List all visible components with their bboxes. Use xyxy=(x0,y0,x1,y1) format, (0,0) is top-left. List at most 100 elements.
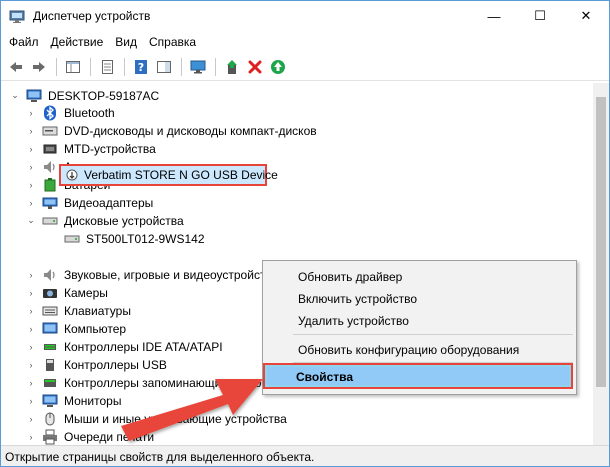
forward-button[interactable] xyxy=(28,56,50,78)
uninstall-device-button[interactable] xyxy=(244,56,266,78)
tree-item-label: Контроллеры IDE ATA/ATAPI xyxy=(64,339,223,354)
title-bar: Диспетчер устройств — ☐ ✕ xyxy=(1,1,609,31)
tree-item-label: Камеры xyxy=(64,285,108,300)
toolbar-separator xyxy=(215,57,216,76)
monitor-icon xyxy=(42,393,58,409)
properties-icon xyxy=(102,59,113,74)
menu-item-uninstall-device[interactable]: Удалить устройство xyxy=(264,310,575,332)
menu-action[interactable]: Действие xyxy=(45,32,110,52)
toolbar: ? xyxy=(1,53,609,81)
show-hide-console-tree-button[interactable] xyxy=(62,56,84,78)
back-arrow-icon xyxy=(10,61,22,72)
tree-item-label: ST500LT012-9WS142 xyxy=(86,231,205,246)
tree-item-label: Мыши и иные указывающие устройства xyxy=(64,411,287,426)
window-title: Диспетчер устройств xyxy=(33,9,151,23)
properties-button[interactable] xyxy=(96,56,118,78)
collapsed-chevron-icon[interactable]: › xyxy=(26,306,36,316)
tree-item-label: Bluetooth xyxy=(64,105,115,120)
collapsed-chevron-icon[interactable]: › xyxy=(26,180,36,190)
usb-icon xyxy=(42,357,58,373)
collapsed-chevron-icon[interactable]: › xyxy=(26,324,36,334)
window-controls: — ☐ ✕ xyxy=(471,1,609,31)
action-pane-button[interactable] xyxy=(153,56,175,78)
red-x-icon xyxy=(248,60,262,73)
maximize-button[interactable]: ☐ xyxy=(517,1,563,31)
menu-item-update-driver[interactable]: Обновить драйвер xyxy=(264,266,575,288)
usb-disk-icon xyxy=(64,167,80,183)
help-button[interactable]: ? xyxy=(130,56,152,78)
collapsed-chevron-icon[interactable]: › xyxy=(26,360,36,370)
svg-text:?: ? xyxy=(138,61,144,74)
green-up-arrow-icon xyxy=(271,59,285,74)
ide-icon xyxy=(42,339,58,355)
dvd-icon xyxy=(42,123,58,139)
back-button[interactable] xyxy=(5,56,27,78)
scan-hardware-button[interactable] xyxy=(187,56,209,78)
collapsed-chevron-icon[interactable]: › xyxy=(26,198,36,208)
collapsed-chevron-icon[interactable]: › xyxy=(26,378,36,388)
collapsed-chevron-icon[interactable]: › xyxy=(26,126,36,136)
collapsed-chevron-icon[interactable]: › xyxy=(26,288,36,298)
tree-item-label: Мониторы xyxy=(64,393,122,408)
forward-arrow-icon xyxy=(33,61,45,72)
display-adapter-icon xyxy=(42,195,58,211)
menu-help[interactable]: Справка xyxy=(143,32,202,52)
toolbar-separator xyxy=(90,57,91,76)
update-driver-button[interactable] xyxy=(221,56,243,78)
console-tree-icon xyxy=(66,60,80,73)
camera-icon xyxy=(42,285,58,301)
tree-item-label: Звуковые, игровые и видеоустройства xyxy=(64,267,279,282)
tree-item-label: Видеоадаптеры xyxy=(64,195,154,210)
tree-item-label: MTD-устройства xyxy=(64,141,156,156)
toolbar-separator xyxy=(56,57,57,76)
tree-item-label: Контроллеры запоминающих устройств xyxy=(64,375,286,390)
collapsed-chevron-icon[interactable]: › xyxy=(26,414,36,424)
collapsed-chevron-icon[interactable]: › xyxy=(26,396,36,406)
help-icon: ? xyxy=(135,59,147,74)
close-button[interactable]: ✕ xyxy=(563,1,609,31)
collapsed-chevron-icon[interactable]: › xyxy=(26,162,36,172)
collapsed-chevron-icon[interactable]: › xyxy=(26,108,36,118)
tree-item-label: Контроллеры USB xyxy=(64,357,167,372)
sound-icon xyxy=(42,267,58,283)
computer-icon xyxy=(42,321,58,337)
mtd-icon xyxy=(42,141,58,157)
status-text: Открытие страницы свойств для выделенног… xyxy=(5,449,315,464)
tree-item-label: Verbatim STORE N GO USB Device xyxy=(84,168,278,182)
disk-drive-icon xyxy=(42,213,58,229)
menu-view[interactable]: Вид xyxy=(109,32,143,52)
tree-item-label: Очереди печати xyxy=(64,429,155,444)
tree-item-verbatim-usb-selected[interactable]: Verbatim STORE N GO USB Device xyxy=(59,164,278,186)
status-bar: Открытие страницы свойств для выделенног… xyxy=(1,445,609,466)
enable-device-button[interactable] xyxy=(267,56,289,78)
device-manager-window: Диспетчер устройств — ☐ ✕ Файл Действие … xyxy=(0,0,610,467)
menu-item-enable-device[interactable]: Включить устройство xyxy=(264,288,575,310)
collapsed-chevron-icon[interactable]: › xyxy=(26,432,36,442)
collapsed-chevron-icon[interactable]: › xyxy=(26,342,36,352)
minimize-button[interactable]: — xyxy=(471,1,517,31)
tree-item-label: Компьютер xyxy=(64,321,127,336)
toolbar-separator xyxy=(181,57,182,76)
menu-file[interactable]: Файл xyxy=(3,32,45,52)
menu-item-properties[interactable]: Свойства xyxy=(296,367,353,387)
battery-icon xyxy=(42,177,58,193)
collapsed-chevron-icon[interactable]: › xyxy=(26,144,36,154)
printer-icon xyxy=(42,429,58,445)
menu-bar: Файл Действие Вид Справка xyxy=(1,31,609,53)
vertical-scrollbar[interactable] xyxy=(593,83,609,445)
menu-item-scan-hardware[interactable]: Обновить конфигурацию оборудования xyxy=(264,339,575,361)
tree-item-print-queues[interactable]: › Очереди печати xyxy=(1,426,594,445)
tree-item-st500-disk[interactable]: ST500LT012-9WS142 xyxy=(1,228,594,249)
tree-item-label: Клавиатуры xyxy=(64,303,131,318)
update-driver-icon xyxy=(227,59,237,74)
expanded-chevron-icon[interactable]: ⌄ xyxy=(10,90,20,101)
collapsed-chevron-icon[interactable]: › xyxy=(26,270,36,280)
tree-item-label: Дисковые устройства xyxy=(64,213,184,228)
toolbar-separator xyxy=(124,57,125,76)
scrollbar-thumb[interactable] xyxy=(596,97,606,387)
tree-item-label: DVD-дисководы и дисководы компакт-дисков xyxy=(64,123,317,138)
expanded-chevron-icon[interactable]: ⌄ xyxy=(26,215,36,226)
hdd-icon xyxy=(64,231,80,247)
bluetooth-icon xyxy=(42,105,58,121)
device-manager-icon xyxy=(9,8,25,24)
